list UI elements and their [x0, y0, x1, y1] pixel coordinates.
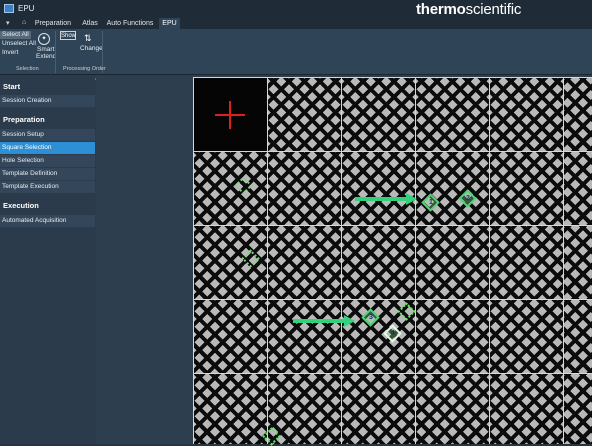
grid-tile[interactable] — [415, 373, 490, 444]
grid-tile[interactable] — [563, 373, 592, 444]
grid-tile[interactable] — [563, 77, 592, 152]
nav-heading-preparation: Preparation — [3, 115, 45, 124]
arrow-head-icon — [406, 193, 417, 205]
show-button[interactable]: Show — [60, 31, 76, 40]
grid-tile[interactable] — [489, 151, 564, 226]
select-all-button[interactable]: Select All — [0, 31, 31, 39]
tab-epu[interactable]: EPU — [159, 18, 180, 29]
grid-tile[interactable] — [563, 225, 592, 300]
grid-tile[interactable] — [193, 225, 268, 300]
square-marker-label: 2 — [466, 195, 470, 202]
tab-auto-functions[interactable]: Auto Functions — [106, 18, 154, 29]
grid-tile[interactable] — [267, 77, 342, 152]
sidebar-item-template-execution[interactable]: Template Execution — [0, 181, 95, 193]
sidebar-item-hole-selection[interactable]: Hole Selection — [0, 155, 95, 167]
brand-light: scientific — [465, 1, 522, 18]
tab-atlas[interactable]: Atlas — [78, 18, 102, 29]
grid-tile[interactable] — [489, 77, 564, 152]
brand-logo: thermoscientific — [416, 0, 521, 20]
grid-tile[interactable] — [267, 151, 342, 226]
grid-tile[interactable] — [489, 299, 564, 374]
nav-heading-start: Start — [3, 82, 21, 91]
menu-icon[interactable]: ▾ — [6, 19, 10, 27]
brand-bold: thermo — [416, 1, 466, 18]
nav-heading-execution: Execution — [3, 201, 39, 210]
group-processing-order-label: Processing Order — [63, 66, 106, 72]
grid-tile[interactable] — [341, 77, 416, 152]
grid-tile[interactable] — [415, 77, 490, 152]
sidebar-item-session-setup[interactable]: Session Setup — [0, 129, 95, 141]
square-marker-label: 1 — [429, 199, 433, 206]
annotation-arrow — [293, 319, 345, 323]
grid-tile[interactable] — [415, 151, 490, 226]
unselect-all-button[interactable]: Unselect All — [2, 40, 36, 48]
annotation-arrow — [355, 197, 407, 201]
square-marker-label: 3 — [369, 314, 373, 321]
grid-tile[interactable] — [489, 225, 564, 300]
grid-tile[interactable] — [267, 225, 342, 300]
sidebar-item-automated-acquisition[interactable]: Automated Acquisition — [0, 215, 95, 227]
tab-preparation[interactable]: Preparation — [34, 18, 72, 29]
home-icon[interactable]: ⌂ — [22, 19, 26, 26]
change-button[interactable]: Change — [80, 45, 103, 53]
arrow-head-icon — [344, 315, 355, 327]
grid-tile[interactable] — [341, 225, 416, 300]
change-order-icon[interactable]: ⇅ — [84, 33, 94, 43]
stage-crosshair-icon — [229, 101, 231, 129]
sidebar-item-square-selection[interactable]: Square Selection — [0, 142, 95, 154]
sidebar-item-template-definition[interactable]: Template Definition — [0, 168, 95, 180]
grid-tile[interactable] — [193, 151, 268, 226]
grid-tile[interactable] — [563, 299, 592, 374]
square-marker-label: 4 — [391, 330, 395, 337]
ribbon-separator — [55, 31, 56, 73]
epu-app-icon — [4, 4, 14, 13]
grid-tile[interactable] — [489, 373, 564, 444]
smart-extend-label-2[interactable]: Extend — [36, 53, 56, 61]
grid-tile[interactable] — [415, 299, 490, 374]
grid-tile[interactable] — [563, 151, 592, 226]
grid-tile[interactable] — [415, 225, 490, 300]
grid-tile[interactable] — [193, 373, 268, 444]
sidebar-item-session-creation[interactable]: Session Creation — [0, 95, 95, 107]
invert-button[interactable]: Invert — [2, 49, 18, 57]
grid-tile[interactable] — [341, 151, 416, 226]
grid-tile[interactable] — [193, 299, 268, 374]
group-selection-label: Selection — [16, 66, 39, 72]
smart-extend-icon[interactable]: ✦ — [38, 33, 50, 45]
grid-tile[interactable] — [341, 373, 416, 444]
window-title: EPU — [18, 4, 35, 13]
grid-tile[interactable] — [267, 299, 342, 374]
